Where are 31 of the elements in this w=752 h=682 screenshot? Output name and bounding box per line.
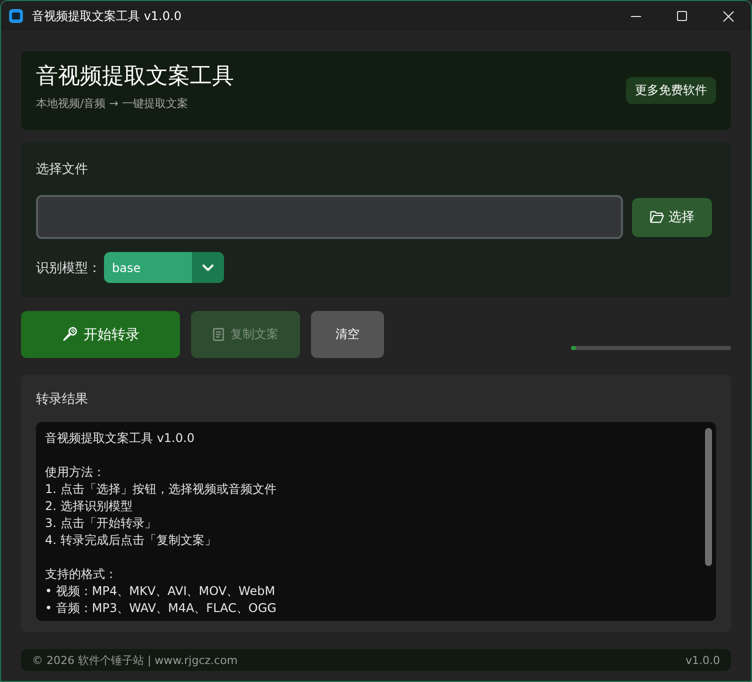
transcript-line: 4. 转录完成后点击「复制文案」: [45, 532, 218, 549]
close-icon: [722, 10, 734, 22]
transcript-line: • 视频：MP4、MKV、AVI、MOV、WebM: [45, 583, 276, 600]
transcript-line: 3. 点击「开始转录」: [45, 515, 158, 532]
transcript-textbox[interactable]: 音视频提取文案工具 v1.0.0 使用方法： 1. 点击「选择」按钮，选择视频或音频文件 2. 选择识别模型 3. 点击「开始转录」 4. 转录完成后点击「复制文案」 支持的格式： • 视频：MP4、MKV、AVI、MOV、WebM • 音频：MP3、WAV、M4A、FLAC、OGG: [36, 422, 716, 621]
file-path-field[interactable]: [36, 195, 623, 239]
window-title: 音视频提取文案工具 v1.0.0: [32, 8, 182, 24]
start-transcribe-button[interactable]: 开始转录: [21, 311, 180, 358]
microphone-icon: [62, 327, 76, 342]
transcript-line: 1. 点击「选择」按钮，选择视频或音频文件: [45, 481, 278, 498]
browse-button[interactable]: 选择: [632, 198, 712, 236]
clear-button[interactable]: 清空: [311, 311, 384, 358]
app-heading: 音视频提取文案工具: [36, 64, 234, 90]
app-icon: [9, 9, 23, 23]
copyright-text: © 2026 软件个锤子站 | www.rjgcz.com: [32, 652, 238, 668]
section-label: 转录结果: [36, 391, 88, 409]
more-software-button[interactable]: 更多免费软件: [626, 77, 716, 104]
transcript-line: 支持的格式：: [45, 566, 118, 583]
maximize-icon: [677, 11, 687, 21]
transcript-line: 2. 选择识别模型: [45, 498, 134, 515]
document-icon: [212, 328, 224, 341]
transcript-line: • 音频：MP3、WAV、M4A、FLAC、OGG: [45, 600, 278, 617]
folder-icon: [650, 211, 664, 223]
model-label: 识别模型：: [36, 260, 102, 276]
chevron-down-icon[interactable]: [192, 252, 224, 283]
transcript-line: 使用方法：: [45, 464, 106, 481]
section-label: 选择文件: [36, 161, 89, 179]
app-subtitle: 本地视频/音频 → 一键提取文案: [36, 97, 189, 111]
scrollbar-thumb[interactable]: [705, 428, 712, 566]
version-text: v1.0.0: [686, 654, 720, 666]
transcript-line: 音视频提取文案工具 v1.0.0: [45, 430, 196, 447]
